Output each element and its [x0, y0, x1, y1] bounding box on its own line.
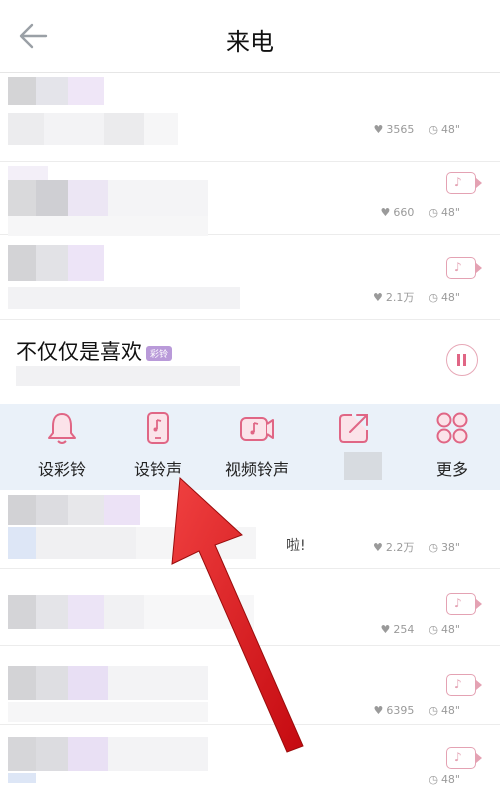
duration: ◷ 48"	[428, 623, 460, 636]
duration: ◷ 48"	[428, 123, 460, 136]
likes: ♥ 3565	[373, 123, 415, 136]
clock-icon: ◷	[428, 773, 438, 786]
item-stats: ♥ 2.1万 ◷ 48"	[373, 289, 460, 305]
action-bar: 设彩铃 设铃声 视频铃声 更多	[0, 404, 500, 490]
blurred-label	[344, 452, 382, 480]
clock-icon: ◷	[428, 540, 438, 554]
duration: ◷ 48"	[428, 773, 460, 786]
duration: ◷ 48"	[428, 704, 460, 717]
list-item[interactable]: ♪ ♥ 2.1万 ◷ 48"	[0, 235, 500, 320]
video-ringtone-icon[interactable]: ♪	[446, 674, 482, 696]
more-button[interactable]: 更多	[404, 404, 500, 490]
list-item[interactable]: ♪ ♥ 660 ◷ 48"	[0, 162, 500, 236]
phone-music-icon	[147, 412, 169, 444]
item-stats: ♥ 3565 ◷ 48"	[373, 123, 460, 136]
top-bar: 来电	[0, 0, 500, 73]
list-item[interactable]: ♪ ♥ 6395 ◷ 48"	[0, 646, 500, 725]
clock-icon: ◷	[428, 290, 438, 304]
song-title: 不仅仅是喜欢 彩铃	[16, 336, 173, 366]
list-item[interactable]: ♥ 3565 ◷ 48"	[0, 73, 500, 162]
share-icon	[339, 414, 368, 443]
clock-icon: ◷	[428, 206, 438, 219]
likes: ♥ 2.1万	[372, 290, 415, 305]
clock-icon: ◷	[428, 623, 438, 636]
blurred-subtitle	[16, 366, 240, 386]
likes: ♥ 660	[380, 206, 415, 219]
video-ringtone-icon[interactable]: ♪	[446, 257, 482, 279]
thumb-icon: ♥	[372, 290, 383, 304]
color-ring-badge: 彩铃	[146, 345, 173, 361]
video-ringtone-button[interactable]: 视频铃声	[209, 404, 305, 490]
item-stats: ♥ 254 ◷ 48"	[380, 623, 460, 636]
thumb-icon: ♥	[380, 206, 391, 219]
thumb-icon: ♥	[372, 540, 383, 554]
bell-icon	[48, 413, 76, 444]
item-snippet: 啦!	[286, 538, 306, 554]
list-item[interactable]: ♪ ◷ 48"	[0, 725, 500, 786]
item-stats: ♥ 660 ◷ 48"	[380, 206, 460, 219]
list-item[interactable]: 啦! ♥ 2.2万 ◷ 38"	[0, 491, 500, 569]
video-ringtone-icon[interactable]: ♪	[446, 747, 482, 769]
share-button[interactable]	[306, 404, 402, 490]
item-stats: ◷ 48"	[428, 773, 460, 786]
clock-icon: ◷	[428, 123, 438, 136]
list-item[interactable]: ♪ ♥ 254 ◷ 48"	[0, 569, 500, 646]
duration: ◷ 48"	[428, 290, 460, 304]
video-ringtone-icon[interactable]: ♪	[446, 172, 482, 194]
video-ringtone-icon[interactable]: ♪	[446, 593, 482, 615]
item-stats: ♥ 6395 ◷ 48"	[373, 704, 460, 717]
now-playing-item[interactable]: 不仅仅是喜欢 彩铃	[0, 320, 500, 404]
page-title: 来电	[226, 28, 274, 56]
duration: ◷ 48"	[428, 206, 460, 219]
duration: ◷ 38"	[428, 540, 460, 554]
video-music-icon	[240, 417, 274, 441]
likes: ♥ 2.2万	[372, 540, 415, 555]
more-grid-icon	[436, 412, 468, 444]
pause-button[interactable]	[446, 344, 478, 376]
set-color-ring-button[interactable]: 设彩铃	[14, 404, 110, 490]
likes: ♥ 6395	[373, 704, 415, 717]
thumb-icon: ♥	[373, 123, 384, 136]
set-ringtone-button[interactable]: 设铃声	[110, 404, 206, 490]
thumb-icon: ♥	[373, 704, 384, 717]
thumb-icon: ♥	[380, 623, 391, 636]
clock-icon: ◷	[428, 704, 438, 717]
likes: ♥ 254	[380, 623, 415, 636]
item-stats: ♥ 2.2万 ◷ 38"	[373, 539, 460, 555]
